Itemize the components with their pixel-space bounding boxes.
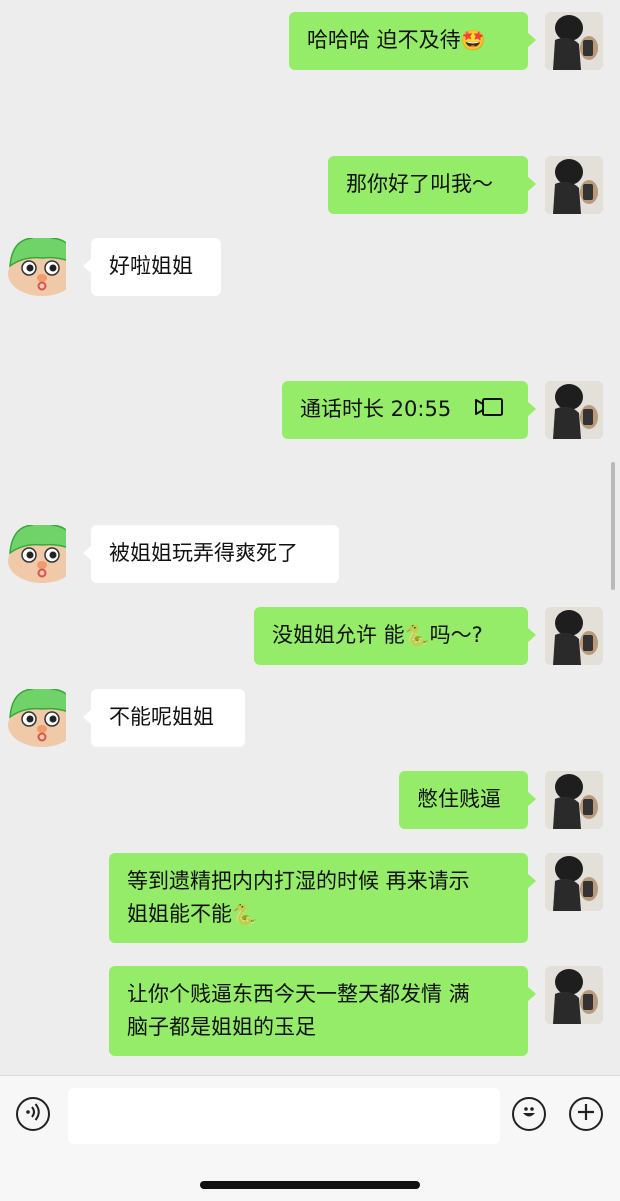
message-text: 让你个贱逼东西今天一整天都发情 满 [127,982,470,1006]
message-bubble[interactable]: 好啦姐姐 [83,238,221,296]
chat-area[interactable]: 哈哈哈 迫不及待🤩 那你好了叫我～ 好啦姐姐 通话时长 20:55 被姐姐玩弄得… [0,0,620,1075]
message-row: 不能呢姐姐 [0,689,620,747]
my-avatar[interactable] [545,607,603,665]
contact-avatar[interactable] [8,525,66,583]
message-text: 脑子都是姐姐的玉足 [127,1015,316,1039]
call-duration-text: 通话时长 20:55 [300,397,452,421]
scrollbar[interactable] [611,462,615,590]
my-avatar[interactable] [545,381,603,439]
my-avatar[interactable] [545,12,603,70]
message-row: 哈哈哈 迫不及待🤩 [0,12,620,70]
message-text: 不能呢姐姐 [109,705,214,729]
video-call-icon [474,394,504,426]
more-button[interactable] [569,1097,603,1131]
my-avatar[interactable] [545,156,603,214]
message-bubble[interactable]: 等到遗精把内内打湿的时候 再来请示 姐姐能不能🐍 [109,853,536,943]
contact-avatar[interactable] [8,689,66,747]
contact-avatar[interactable] [8,238,66,296]
video-call-record[interactable]: 通话时长 20:55 [282,381,536,439]
voice-button[interactable] [16,1097,50,1131]
message-bubble[interactable]: 被姐姐玩弄得爽死了 [83,525,339,583]
message-bubble[interactable]: 没姐姐允许 能🐍吗～? [254,607,536,665]
message-bubble[interactable]: 哈哈哈 迫不及待🤩 [289,12,536,70]
home-indicator[interactable] [200,1181,420,1189]
snake-emoji: 🐍 [232,902,257,926]
message-text: 那你好了叫我～ [346,172,493,196]
message-text: 没姐姐允许 能 [272,623,405,647]
my-avatar[interactable] [545,771,603,829]
snake-emoji: 🐍 [404,623,430,647]
my-avatar[interactable] [545,966,603,1024]
voice-icon [23,1102,43,1126]
message-text: 等到遗精把内内打湿的时候 再来请示 [127,869,470,893]
message-row: 等到遗精把内内打湿的时候 再来请示 姐姐能不能🐍 [0,853,620,943]
message-row: 好啦姐姐 [0,238,620,296]
message-row: 通话时长 20:55 [0,381,620,439]
message-text: 憋住贱逼 [417,787,501,811]
message-text: 姐姐能不能 [127,902,232,926]
message-row: 被姐姐玩弄得爽死了 [0,525,620,583]
message-row: 让你个贱逼东西今天一整天都发情 满 脑子都是姐姐的玉足 [0,966,620,1056]
message-bubble[interactable]: 让你个贱逼东西今天一整天都发情 满 脑子都是姐姐的玉足 [109,966,536,1056]
message-bubble[interactable]: 憋住贱逼 [399,771,536,829]
message-text: 吗～? [429,623,483,647]
message-bubble[interactable]: 那你好了叫我～ [328,156,536,214]
message-row: 没姐姐允许 能🐍吗～? [0,607,620,665]
smiley-icon [518,1101,540,1127]
message-input[interactable] [68,1088,500,1144]
message-text: 哈哈哈 迫不及待 [307,28,461,52]
message-text: 被姐姐玩弄得爽死了 [109,541,298,565]
message-row: 憋住贱逼 [0,771,620,829]
message-text: 好啦姐姐 [109,254,193,278]
my-avatar[interactable] [545,853,603,911]
message-bubble[interactable]: 不能呢姐姐 [83,689,245,747]
message-row: 那你好了叫我～ [0,156,620,214]
plus-icon [576,1102,596,1126]
emoji-button[interactable] [512,1097,546,1131]
star-eyes-emoji: 🤩 [460,28,486,52]
